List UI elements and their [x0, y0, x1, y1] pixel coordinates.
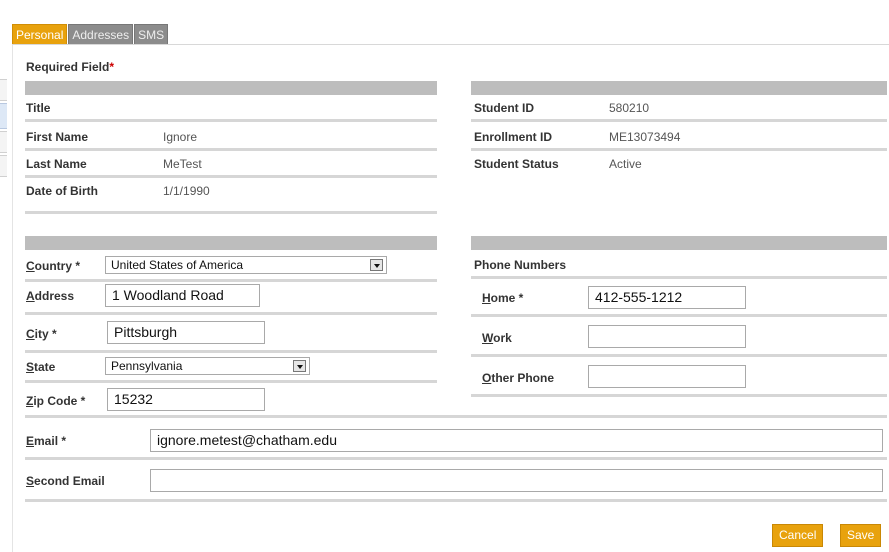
state-label: State	[26, 360, 56, 374]
left-nav-item[interactable]	[0, 79, 7, 101]
zip-code-input[interactable]: 15232	[107, 388, 265, 411]
required-star: *	[109, 60, 115, 74]
left-nav-item[interactable]	[0, 131, 7, 153]
enrollment-id-value: ME13073494	[609, 130, 681, 144]
zip-code-label: Zip Code *	[26, 394, 86, 408]
other-phone-input[interactable]	[588, 365, 746, 388]
row-separator	[471, 148, 887, 151]
row-separator	[25, 119, 437, 122]
cancel-button[interactable]: Cancel	[772, 524, 824, 547]
email-label: Email *	[26, 434, 67, 448]
row-separator	[25, 312, 437, 315]
address-label: Address	[26, 289, 75, 303]
first-name-label: First Name	[26, 130, 89, 144]
home-phone-input[interactable]: 412-555-1212	[588, 286, 746, 309]
personal-section-header	[25, 81, 437, 95]
tab-addresses[interactable]: Addresses	[68, 24, 134, 44]
enrollment-id-label: Enrollment ID	[474, 130, 553, 144]
student-id-value: 580210	[609, 101, 650, 115]
row-separator	[25, 148, 437, 151]
state-select-value: Pennsylvania	[111, 359, 183, 373]
row-separator	[25, 175, 437, 178]
second-email-input[interactable]	[150, 469, 883, 492]
country-label: Country *	[26, 259, 81, 273]
other-phone-label: Other Phone	[482, 371, 555, 385]
country-select[interactable]: United States of America	[105, 256, 387, 274]
first-name-value: Ignore	[163, 130, 198, 144]
row-separator	[25, 350, 437, 353]
left-nav-item[interactable]	[0, 155, 7, 177]
left-nav-edge	[0, 79, 7, 179]
row-separator	[471, 314, 887, 317]
city-input[interactable]: Pittsburgh	[107, 321, 265, 344]
row-separator	[471, 119, 887, 122]
country-select-value: United States of America	[111, 258, 244, 272]
dob-label: Date of Birth	[26, 184, 98, 198]
dob-value: 1/1/1990	[163, 184, 210, 198]
row-separator	[25, 415, 887, 418]
home-phone-label: Home *	[482, 291, 524, 305]
row-separator	[25, 279, 437, 282]
required-field-label: Required Field	[26, 60, 110, 74]
student-status-label: Student Status	[474, 157, 559, 171]
email-input[interactable]: ignore.metest@chatham.edu	[150, 429, 883, 452]
address-input[interactable]: 1 Woodland Road	[105, 284, 260, 307]
title-label: Title	[26, 101, 51, 115]
chevron-down-icon[interactable]	[293, 360, 306, 372]
phone-section-header	[471, 236, 887, 250]
state-select[interactable]: Pennsylvania	[105, 357, 310, 375]
student-status-value: Active	[609, 157, 642, 171]
row-separator	[471, 354, 887, 357]
save-button[interactable]: Save	[840, 524, 882, 547]
personal-panel: Required Field* Title First Name Ignore …	[12, 44, 889, 552]
row-separator	[25, 211, 437, 214]
tab-personal[interactable]: Personal	[12, 24, 68, 44]
last-name-value: MeTest	[163, 157, 202, 171]
tab-sms[interactable]: SMS	[134, 24, 169, 44]
left-nav-item-selected[interactable]	[0, 103, 7, 129]
address-section-header	[25, 236, 437, 250]
work-phone-input[interactable]	[588, 325, 746, 348]
second-email-label: Second Email	[26, 474, 105, 488]
tab-bar: Personal Addresses SMS	[12, 24, 169, 44]
phone-numbers-heading: Phone Numbers	[474, 258, 567, 272]
chevron-down-icon[interactable]	[370, 259, 383, 271]
row-separator	[471, 394, 887, 397]
row-separator	[25, 380, 437, 383]
city-label: City *	[26, 327, 57, 341]
row-separator	[25, 457, 887, 460]
row-separator	[471, 276, 887, 279]
student-id-label: Student ID	[474, 101, 534, 115]
row-separator	[25, 499, 887, 502]
required-field-note: Required Field*	[26, 60, 114, 74]
work-phone-label: Work	[482, 331, 512, 345]
student-section-header	[471, 81, 887, 95]
last-name-label: Last Name	[26, 157, 87, 171]
